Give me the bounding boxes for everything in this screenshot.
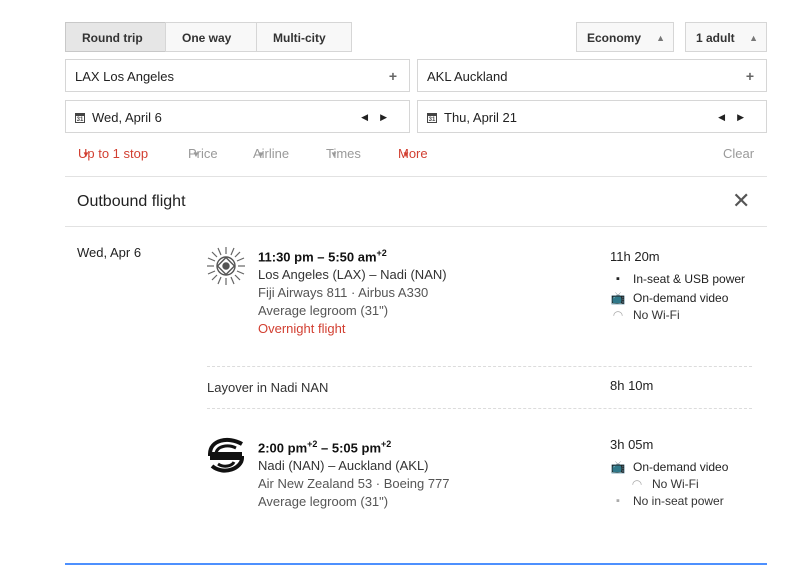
amenity-power: ▪ No in-seat power <box>610 494 728 509</box>
dashed-divider <box>207 408 752 409</box>
wifi-icon: ◠ <box>612 308 624 322</box>
results-divider <box>65 563 767 565</box>
layover-duration: 8h 10m <box>610 378 654 393</box>
amenity-power: ▪ In-seat & USB power <box>610 272 753 287</box>
prev-date-icon[interactable]: ◀ <box>718 112 737 122</box>
calendar-icon: 31 <box>427 112 437 123</box>
more-filter[interactable]: More ▼ <box>398 146 428 161</box>
amenity-text: On-demand video <box>633 460 729 474</box>
chevron-down-icon: ▼ <box>257 150 265 159</box>
origin-value: LAX Los Angeles <box>75 69 175 84</box>
add-destination-icon[interactable]: + <box>746 60 754 93</box>
destination-input[interactable]: AKL Auckland + <box>417 59 767 92</box>
times-filter[interactable]: Times ▼ <box>326 146 361 161</box>
amenity-wifi: ◠ No Wi-Fi <box>610 477 728 492</box>
overnight-flight-note: Overnight flight <box>258 321 346 337</box>
clear-filters-link[interactable]: Clear <box>723 146 754 161</box>
close-icon[interactable]: ✕ <box>732 190 750 212</box>
depart-date-input[interactable]: 31 Wed, April 6 ◀▶ <box>65 100 410 133</box>
segment-legroom: Average legroom (31") <box>258 303 389 319</box>
segment-legroom: Average legroom (31") <box>258 494 389 510</box>
origin-input[interactable]: LAX Los Angeles + <box>65 59 410 92</box>
trip-type-selector: Round trip One way Multi-city <box>65 22 352 52</box>
fiji-airways-logo-icon <box>207 247 245 285</box>
chevron-down-icon: ▼ <box>402 150 410 159</box>
multi-city-button[interactable]: Multi-city <box>256 22 352 52</box>
segment-times: 11:30 pm – 5:50 am+2 <box>258 244 447 266</box>
segment-flight: Air New Zealand 53 · Boeing 777 <box>258 476 450 492</box>
divider <box>65 176 767 177</box>
return-date-input[interactable]: 31 Thu, April 21 ◀▶ <box>417 100 767 133</box>
chevron-down-icon: ▼ <box>330 150 338 159</box>
amenity-text: On-demand video <box>633 291 729 305</box>
outbound-title: Outbound flight <box>77 193 186 210</box>
amenity-text: In-seat & USB power <box>633 272 746 286</box>
chevron-down-icon: ▼ <box>192 150 200 159</box>
chevron-down-icon: ▼ <box>82 150 90 159</box>
wifi-icon: ◠ <box>631 477 643 491</box>
arrival-time: 5:05 pm <box>331 440 382 456</box>
flight-date: Wed, Apr 6 <box>77 245 142 260</box>
day-offset: +2 <box>376 248 387 258</box>
segment-times: 2:00 pm+2 – 5:05 pm+2 <box>258 439 392 456</box>
calendar-icon: 31 <box>75 112 85 123</box>
segment-route: Los Angeles (LAX) – Nadi (NAN) <box>258 267 447 283</box>
amenity-text: No in-seat power <box>633 494 724 508</box>
round-trip-button[interactable]: Round trip <box>65 22 166 52</box>
amenity-text: No Wi-Fi <box>652 477 699 491</box>
divider <box>65 226 767 227</box>
dashed-divider <box>207 366 752 367</box>
amenity-video: 📺 On-demand video <box>610 460 729 475</box>
air-new-zealand-logo-icon <box>207 437 245 473</box>
segment-duration: 11h 20m <box>610 249 660 264</box>
amenity-wifi: ◠ No Wi-Fi <box>610 308 753 323</box>
video-icon: 📺 <box>610 291 626 305</box>
segment-route: Nadi (NAN) – Auckland (AKL) <box>258 458 429 474</box>
amenity-text: No Wi-Fi <box>633 308 680 322</box>
one-way-button[interactable]: One way <box>165 22 257 52</box>
amenity-video: 📺 On-demand video <box>610 291 753 306</box>
next-date-icon[interactable]: ▶ <box>380 112 399 122</box>
layover-info: Layover in Nadi NAN <box>207 380 329 395</box>
segment-flight: Fiji Airways 811 · Airbus A330 <box>258 285 429 301</box>
day-offset: +2 <box>307 439 318 449</box>
passengers-select[interactable]: 1 adult ▲ <box>685 22 767 52</box>
price-filter[interactable]: Price ▼ <box>188 146 218 161</box>
segment-time-range: 11:30 pm – 5:50 am <box>258 249 377 265</box>
select-arrows-icon: ▲ <box>656 33 665 43</box>
power-plug-icon: ▪ <box>616 495 620 507</box>
depart-date-value: Wed, April 6 <box>92 110 162 125</box>
power-plug-icon: ▪ <box>616 273 620 285</box>
add-origin-icon[interactable]: + <box>389 60 397 93</box>
cabin-class-select[interactable]: Economy ▲ <box>576 22 674 52</box>
return-date-value: Thu, April 21 <box>444 110 517 125</box>
date-nav-arrows[interactable]: ◀▶ <box>718 101 756 134</box>
segment-1-details: 11h 20m ▪ In-seat & USB power 📺 On-deman… <box>610 249 753 325</box>
flight-segment-1[interactable]: 11:30 pm – 5:50 am+2 Los Angeles (LAX) –… <box>258 244 447 338</box>
segment-duration: 3h 05m <box>610 437 654 452</box>
day-offset: +2 <box>381 439 392 449</box>
departure-time: 2:00 pm <box>258 440 308 456</box>
select-arrows-icon: ▲ <box>749 33 758 43</box>
flight-segment-2[interactable]: 2:00 pm+2 – 5:05 pm+2 Nadi (NAN) – Auckl… <box>258 435 450 511</box>
segment-2-details: 3h 05m 📺 On-demand video ◠ No Wi-Fi ▪ No… <box>610 437 728 511</box>
prev-date-icon[interactable]: ◀ <box>361 112 380 122</box>
destination-value: AKL Auckland <box>427 69 508 84</box>
date-nav-arrows[interactable]: ◀▶ <box>361 101 399 134</box>
next-date-icon[interactable]: ▶ <box>737 112 756 122</box>
video-icon: 📺 <box>610 460 626 474</box>
passengers-value: 1 adult <box>696 31 735 45</box>
cabin-class-value: Economy <box>587 31 642 45</box>
stops-filter[interactable]: Up to 1 stop ▼ <box>78 146 148 161</box>
airline-filter[interactable]: Airline ▼ <box>253 146 289 161</box>
